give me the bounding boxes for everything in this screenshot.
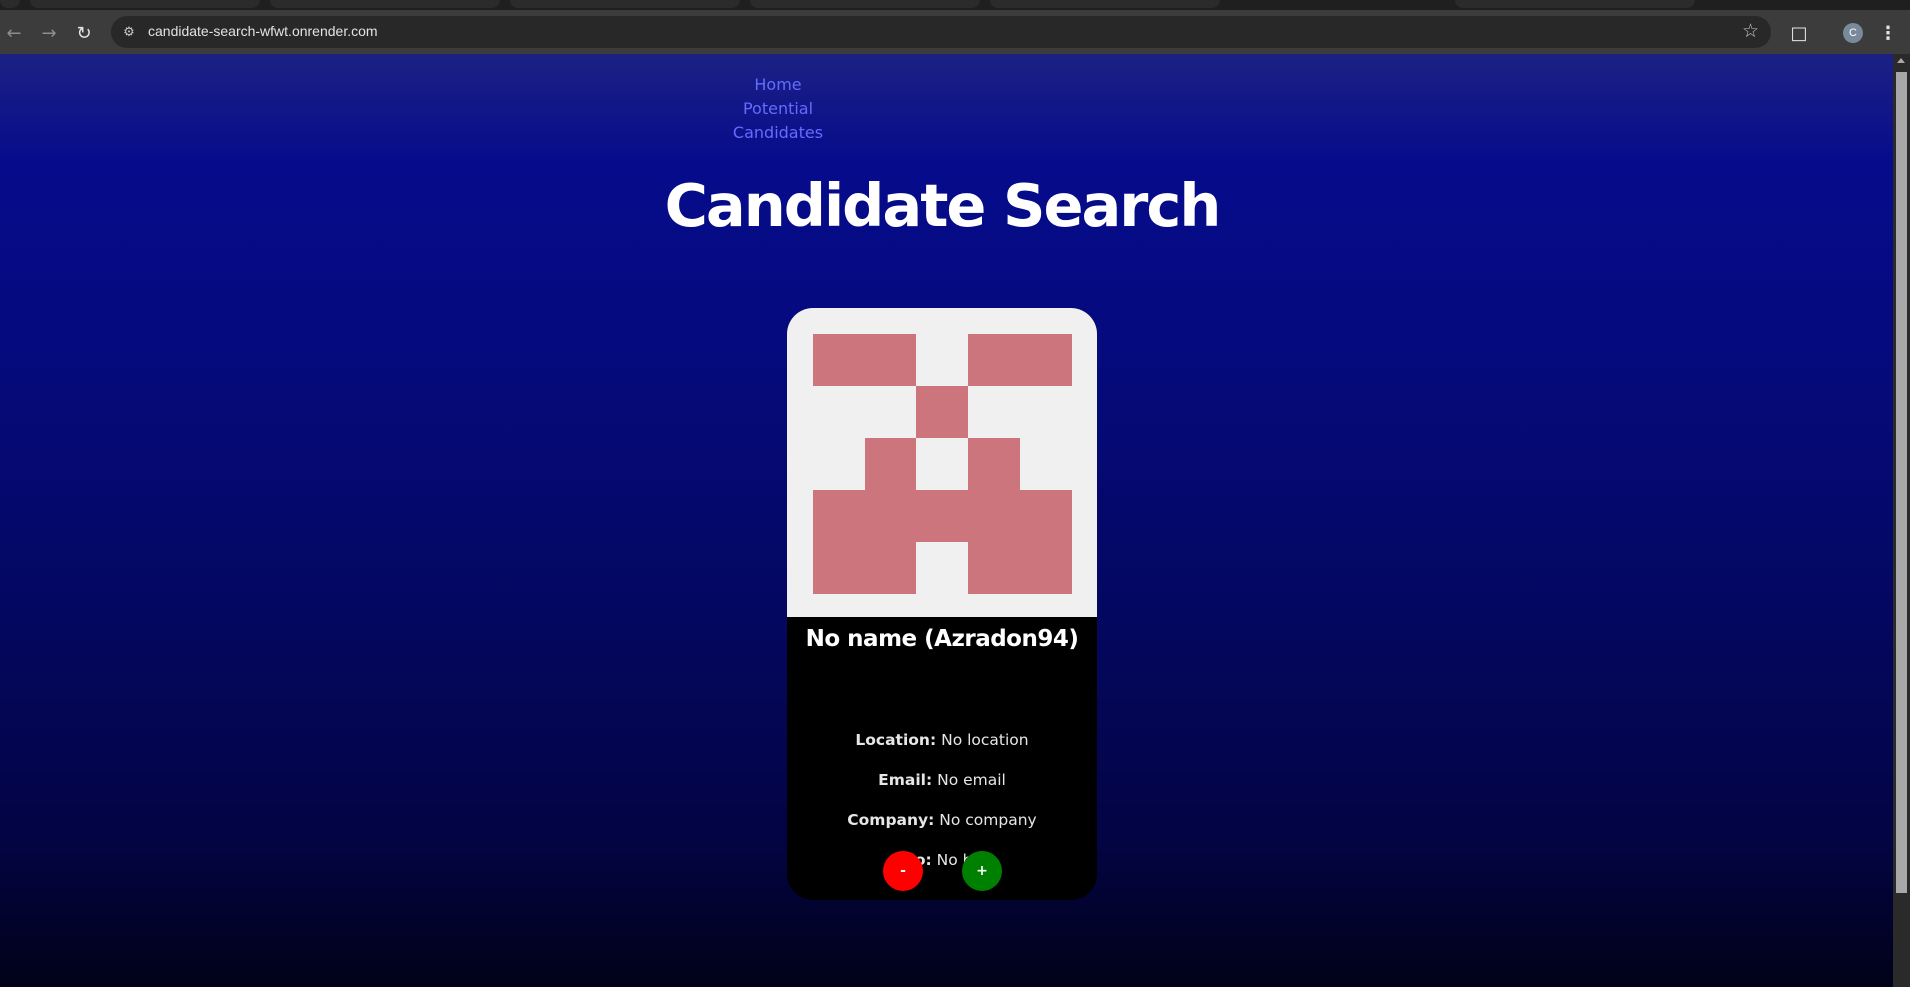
bio-row: Bio: No bio (787, 851, 1097, 869)
page-title: Candidate Search (664, 171, 1222, 240)
tab[interactable] (30, 0, 260, 8)
site-info-icon[interactable]: ⚙ (119, 22, 139, 42)
address-bar[interactable]: ⚙ candidate-search-wfwt.onrender.com ☆ (111, 16, 1771, 48)
tab[interactable] (0, 0, 20, 8)
tab[interactable] (750, 0, 980, 8)
scrollbar-thumb[interactable] (1896, 72, 1907, 893)
avatar-pixel (968, 542, 1072, 594)
nav-link-potential-candidates[interactable]: Potential Candidates (728, 97, 828, 145)
company-label: Company: (847, 811, 935, 829)
candidate-card: No name (Azradon94) Location: No locatio… (787, 308, 1097, 900)
kebab-menu-icon[interactable]: ⋮ (1878, 20, 1898, 46)
location-row: Location: No location (787, 731, 1097, 749)
tab[interactable] (510, 0, 740, 8)
avatar[interactable]: C (1843, 23, 1863, 43)
candidate-name: No name (Azradon94) (805, 626, 1079, 652)
avatar-pixel (968, 334, 1072, 386)
reject-button[interactable]: - (883, 851, 923, 891)
accept-button[interactable]: + (962, 851, 1002, 891)
company-value: No company (939, 811, 1037, 829)
location-value: No location (941, 731, 1029, 749)
avatar-pixel (813, 334, 916, 386)
scroll-up-arrow-icon[interactable] (1897, 58, 1905, 63)
avatar-pixel (813, 490, 1072, 542)
company-row: Company: No company (787, 811, 1097, 829)
tab[interactable] (1455, 0, 1695, 8)
back-arrow-icon[interactable]: ← (1, 20, 27, 46)
browser-toolbar: ← → ↻ ⚙ candidate-search-wfwt.onrender.c… (0, 10, 1910, 54)
email-row: Email: No email (787, 771, 1097, 789)
avatar-pixel (813, 542, 916, 594)
url-text[interactable]: candidate-search-wfwt.onrender.com (148, 23, 378, 39)
star-icon[interactable]: ☆ (1742, 20, 1759, 42)
nav-link-label-line2: Candidates (732, 123, 824, 142)
email-label: Email: (878, 771, 933, 789)
avatar-pixel (916, 386, 968, 438)
main-nav: Home Potential Candidates (728, 73, 828, 145)
avatar-pixel (968, 438, 1020, 490)
tab[interactable] (990, 0, 1220, 8)
candidate-avatar (787, 308, 1097, 617)
nav-link-home[interactable]: Home (728, 73, 828, 97)
puzzle-icon[interactable]: □ (1786, 20, 1812, 46)
email-value: No email (937, 771, 1006, 789)
location-label: Location: (855, 731, 937, 749)
tab[interactable] (270, 0, 500, 8)
page-viewport: Home Potential Candidates Candidate Sear… (0, 54, 1893, 987)
page-scrollbar[interactable] (1893, 54, 1910, 987)
nav-link-label-line1: Potential (742, 99, 814, 118)
avatar-pixel (865, 438, 916, 490)
forward-arrow-icon[interactable]: → (36, 20, 62, 46)
reload-icon[interactable]: ↻ (71, 20, 97, 46)
